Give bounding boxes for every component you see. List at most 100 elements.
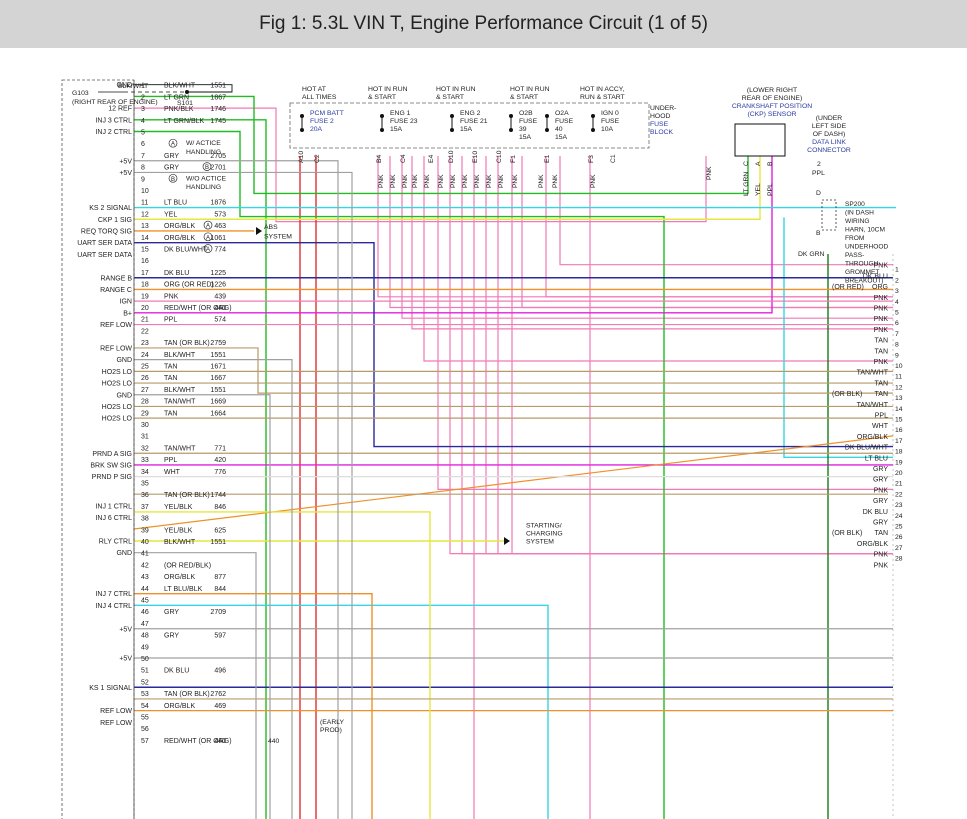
ckp-wire-label: YEL [755,183,762,196]
right-wire-label: TAN [875,380,888,387]
pin-number: 22 [141,328,149,335]
pin-function-label: GND [116,357,132,364]
wire-color-label: BLK/WHT [164,83,196,90]
note-text: ABS [264,224,278,231]
pin-number: 25 [141,364,149,371]
sp200-label: (IN DASH [845,210,874,217]
fuse-label: 15A [460,126,473,133]
pin-number: 24 [141,352,149,359]
pin-function-label: +5V [119,170,132,177]
sp200-box [821,199,837,231]
sp200-label: WIRING [845,218,870,225]
note-text: CHARGING [526,530,563,537]
pin-function-label: REQ TORQ SIG [81,228,132,235]
pink-label: PNK [412,174,419,188]
pin-number: 16 [141,258,149,265]
pink-label: PNK [486,174,493,188]
right-wire-label: DK BLU/WHT [845,445,889,452]
wire-color-label: ORG (OR RED) [164,282,214,289]
sp200-label: PASS- [845,252,864,259]
circuit-number: 1225 [210,270,226,277]
right-pin-number: 11 [895,374,902,381]
pink-label: PNK [390,174,397,188]
ckp-pin: A [755,161,762,166]
fuse-pin-label: C10 [496,150,503,163]
pin-number: 54 [141,703,149,710]
pin-function-label: KS 1 SIGNAL [89,685,132,692]
dlc-label: OF DASH) [813,131,845,138]
right-wire-label: PNK [874,316,889,323]
wire-color-label: PNK/BLK [164,106,194,113]
right-wire-label: DK BLU [863,273,888,280]
fuse-header: & START [368,94,396,101]
right-wire-label: PNK [874,562,889,569]
pin-number: 49 [141,644,149,651]
wire-color-label: PPL [164,317,177,324]
right-pin-number: 1 [895,267,899,274]
right-pin-number: 9 [895,352,899,359]
wire-color-label: YEL/BLK [164,504,193,511]
title-bar: Fig 1: 5.3L VIN T, Engine Performance Ci… [0,0,967,48]
pin-number: 56 [141,726,149,733]
pin-number: 35 [141,481,149,488]
pink-label: PNK [552,174,559,188]
wire-color-label: LT GRN/BLK [164,118,205,125]
pin-number: 41 [141,551,149,558]
wire-color-label: GRY [164,153,179,160]
option-letter: B [171,177,175,183]
pin-function-label: KS 2 SIGNAL [89,205,132,212]
pin-number: 32 [141,445,149,452]
wire-color-label: PPL [164,457,177,464]
pin-function-label: RANGE C [100,287,132,294]
fuse-header: & START [510,94,538,101]
wire-color-label: TAN [164,410,177,417]
splice-label: S101 [177,100,193,107]
fuse-pin-label: C2 [314,154,321,163]
pin-number: 55 [141,715,149,722]
pin-number: 53 [141,691,149,698]
fuse-header: HOT IN ACCY, [580,86,624,93]
fuse-header: HOT IN RUN [368,86,408,93]
pin-number: 38 [141,516,149,523]
fuse-pin-label: F3 [588,155,595,163]
circuit-number: 1667 [210,375,226,382]
circuit-number: 1226 [210,282,226,289]
ckp-label: (LOWER RIGHT [747,87,797,94]
right-pin-number: 5 [895,310,899,317]
right-wire-label: TAN [875,338,888,345]
start-arrow [504,537,510,545]
circuit-number: 625 [214,527,226,534]
right-pin-number: 22 [895,491,903,498]
wire-color-label: TAN (OR BLK) [164,691,210,698]
fuse-header: HOT AT [302,86,326,93]
note-text: SYSTEM [526,538,554,545]
fuse-pin-label: D10 [448,150,455,163]
wire-color-label: GRY [164,609,179,616]
right-wire-label: GRY [873,466,888,473]
fuse-label: 40 [555,126,563,133]
fuse-label: O2A [555,110,569,117]
pin-function-label: +5V [119,626,132,633]
note-text: STARTING/ [526,522,562,529]
right-pin-number: 18 [895,449,903,456]
right-wire-label: ORG [872,284,888,291]
sp200-label: FROM [845,235,864,242]
fuse-label: 15A [519,134,532,141]
circuit-number: 771 [214,445,226,452]
pink-label: PNK [474,174,481,188]
right-wire-label: ORG/BLK [857,434,888,441]
pin-number: 46 [141,609,149,616]
pin-function-label: PRND A SIG [92,451,132,458]
pin-number: 34 [141,469,149,476]
right-wire-label: DK BLU [863,509,888,516]
circuit-number: 1669 [210,399,226,406]
circuit-number: 439 [214,293,226,300]
pink-label: PNK [512,174,519,188]
pin-number: 48 [141,633,149,640]
pin-number: 19 [141,293,149,300]
wire-color-label: BLK/WHT [118,83,148,90]
pin-function-label: INJ 6 CTRL [95,515,132,522]
pink-label: PNK [462,174,469,188]
right-wire-label: GRY [873,498,888,505]
pin-number: 31 [141,434,149,441]
